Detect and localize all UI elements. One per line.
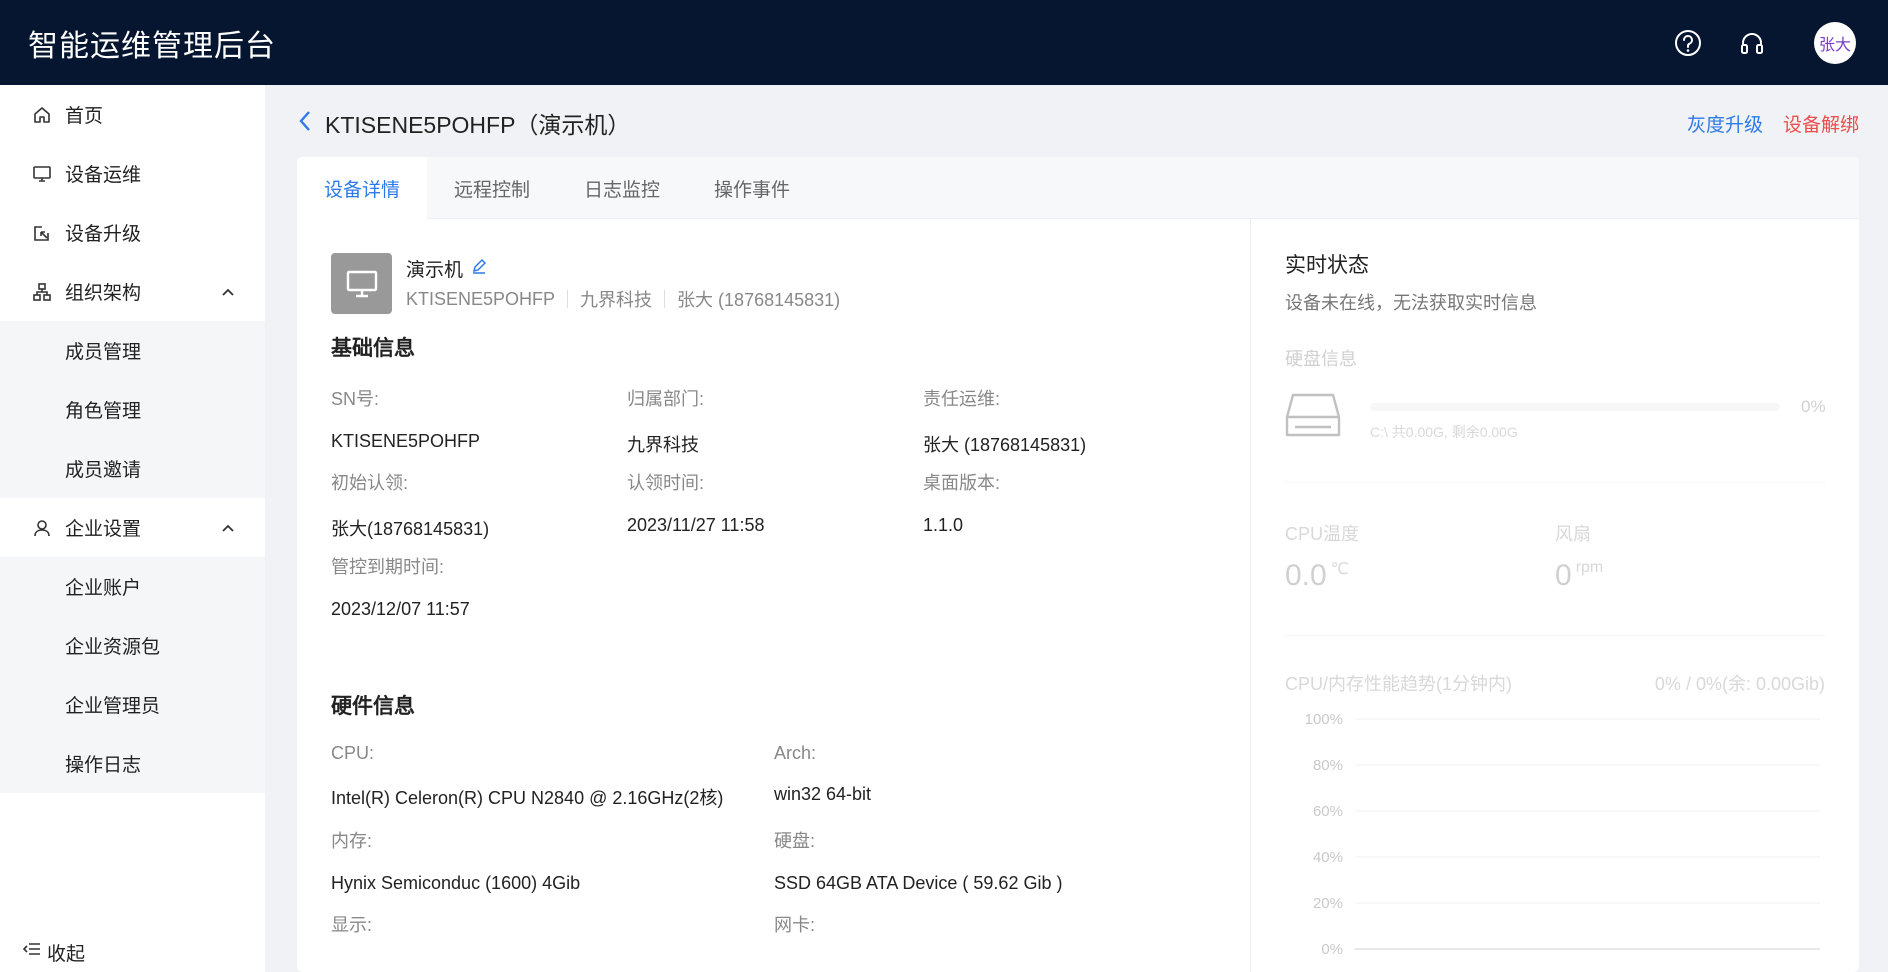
device-name-row: 演示机 bbox=[406, 255, 487, 282]
y-tick-label: 0% bbox=[1321, 941, 1343, 958]
field-memory: 内存: Hynix Semiconduc (1600) 4Gib bbox=[331, 831, 581, 893]
device-owner: 张大 (18768145831) bbox=[677, 290, 841, 310]
y-tick-label: 20% bbox=[1313, 895, 1343, 912]
app-title: 智能运维管理后台 bbox=[28, 29, 276, 63]
collapse-icon bbox=[22, 941, 41, 963]
sidebar-item-label: 设备升级 bbox=[65, 224, 142, 245]
disk-info-label: 硬盘信息 bbox=[1285, 349, 1357, 369]
field-claim-time: 认领时间: 2023/11/27 11:58 bbox=[627, 473, 765, 535]
hard-disk-icon bbox=[1285, 391, 1341, 444]
device-meta: KTISENE5POHFP 九界科技 张大 (18768145831) bbox=[406, 286, 840, 312]
sidebar-item-label: 企业设置 bbox=[65, 519, 142, 540]
trend-label: CPU/内存性能趋势(1分钟内) bbox=[1285, 674, 1513, 694]
y-tick-label: 40% bbox=[1313, 849, 1343, 866]
performance-trend-chart: 100% 80% 60% 40% 20% 0% bbox=[1305, 711, 1820, 958]
tab-remote-control[interactable]: 远程控制 bbox=[427, 157, 557, 219]
disk-usage-bar bbox=[1370, 403, 1780, 411]
trend-value: 0% / 0%(余: 0.00Gib) bbox=[1654, 674, 1825, 694]
tab-operation-events[interactable]: 操作事件 bbox=[687, 157, 817, 219]
tab-log-monitor[interactable]: 日志监控 bbox=[557, 157, 687, 219]
sidebar-item-resource-pack[interactable]: 企业资源包 bbox=[0, 616, 265, 675]
sidebar-item-org[interactable]: 组织架构 bbox=[0, 262, 265, 321]
submenu-org: 成员管理 角色管理 成员邀请 bbox=[0, 321, 265, 498]
org-icon bbox=[31, 281, 53, 303]
fan-value: 0 rpm bbox=[1555, 559, 1604, 592]
collapse-button[interactable]: 收起 bbox=[22, 932, 86, 972]
cpu-temp-value: 0.0 ℃ bbox=[1285, 559, 1349, 592]
device-detail-card: 设备详情 远程控制 日志监控 操作事件 演示机 KTISENE5POHFP 九界… bbox=[297, 157, 1859, 972]
field-disk: 硬盘: SSD 64GB ATA Device ( 59.62 Gib ) bbox=[774, 831, 1063, 893]
collapse-label: 收起 bbox=[47, 943, 86, 965]
chevron-up-icon bbox=[221, 281, 235, 303]
divider bbox=[1285, 482, 1826, 483]
sidebar: 首页 设备运维 设备升级 组织架构 成员管理 角色管理 成员邀请 企业设置 企业… bbox=[0, 85, 265, 972]
field-nic: 网卡: bbox=[774, 915, 816, 935]
disk-usage-info: C:\ 共0.00G, 剩余0.00G bbox=[1370, 424, 1518, 440]
sidebar-item-admins[interactable]: 企业管理员 bbox=[0, 675, 265, 734]
fan-label: 风扇 bbox=[1555, 524, 1591, 544]
divider bbox=[1285, 635, 1826, 636]
sidebar-item-home[interactable]: 首页 bbox=[0, 85, 265, 144]
sidebar-item-op-log[interactable]: 操作日志 bbox=[0, 734, 265, 793]
section-title-basic: 基础信息 bbox=[331, 337, 415, 360]
home-icon bbox=[31, 104, 53, 126]
sidebar-item-label: 首页 bbox=[65, 106, 104, 127]
sidebar-item-label: 设备运维 bbox=[65, 165, 142, 186]
realtime-status-text: 设备未在线，无法获取实时信息 bbox=[1285, 293, 1537, 313]
page-header: KTISENE5POHFP（演示机） 灰度升级 设备解绑 bbox=[297, 100, 1859, 146]
cpu-temp-unit: ℃ bbox=[1330, 561, 1349, 578]
user-icon bbox=[31, 517, 53, 539]
sidebar-item-invite[interactable]: 成员邀请 bbox=[0, 439, 265, 498]
device-avatar bbox=[331, 253, 392, 314]
realtime-pane: 实时状态 设备未在线，无法获取实时信息 硬盘信息 0% C:\ 共0.00G, … bbox=[1250, 219, 1859, 972]
sidebar-item-device-upgrade[interactable]: 设备升级 bbox=[0, 203, 265, 262]
disk-usage-percent: 0% bbox=[1801, 397, 1826, 416]
sidebar-item-members[interactable]: 成员管理 bbox=[0, 321, 265, 380]
field-department: 归属部门: 九界科技 bbox=[627, 389, 705, 455]
field-arch: Arch: win32 64-bit bbox=[774, 743, 872, 804]
field-display: 显示: bbox=[331, 915, 373, 935]
device-name: 演示机 bbox=[406, 260, 464, 281]
top-bar: 智能运维管理后台 张大 bbox=[0, 0, 1888, 85]
back-icon[interactable] bbox=[297, 109, 313, 138]
divider bbox=[567, 290, 569, 308]
field-cpu: CPU: Intel(R) Celeron(R) CPU N2840 @ 2.1… bbox=[331, 743, 724, 808]
sidebar-item-enterprise-settings[interactable]: 企业设置 bbox=[0, 498, 265, 557]
sidebar-item-roles[interactable]: 角色管理 bbox=[0, 380, 265, 439]
sidebar-item-device-ops[interactable]: 设备运维 bbox=[0, 144, 265, 203]
y-tick-label: 80% bbox=[1313, 757, 1343, 774]
help-icon[interactable] bbox=[1670, 25, 1706, 61]
tab-device-details[interactable]: 设备详情 bbox=[297, 157, 427, 219]
sidebar-item-enterprise-account[interactable]: 企业账户 bbox=[0, 557, 265, 616]
field-sn: SN号: KTISENE5POHFP bbox=[331, 389, 481, 451]
headset-icon[interactable] bbox=[1734, 25, 1770, 61]
avatar[interactable]: 张大 bbox=[1814, 21, 1856, 64]
submenu-enterprise: 企业账户 企业资源包 企业管理员 操作日志 bbox=[0, 557, 265, 793]
fan-unit: rpm bbox=[1575, 559, 1604, 576]
realtime-title: 实时状态 bbox=[1285, 254, 1369, 277]
section-title-hardware: 硬件信息 bbox=[331, 695, 415, 718]
chevron-up-icon bbox=[221, 517, 235, 539]
field-expire-time: 管控到期时间: 2023/12/07 11:57 bbox=[331, 557, 470, 619]
monitor-icon bbox=[346, 270, 377, 297]
gray-upgrade-button[interactable]: 灰度升级 bbox=[1687, 110, 1763, 137]
upgrade-icon bbox=[31, 222, 53, 244]
device-department: 九界科技 bbox=[580, 290, 653, 310]
divider bbox=[664, 290, 666, 308]
edit-icon[interactable] bbox=[471, 258, 487, 280]
device-sn: KTISENE5POHFP bbox=[406, 288, 556, 309]
y-tick-label: 100% bbox=[1305, 711, 1343, 728]
field-desktop-version: 桌面版本: 1.1.0 bbox=[923, 473, 1001, 535]
sidebar-item-label: 组织架构 bbox=[65, 283, 142, 304]
cpu-temp-label: CPU温度 bbox=[1285, 524, 1360, 544]
unbind-device-button[interactable]: 设备解绑 bbox=[1783, 110, 1859, 137]
field-initial-claim: 初始认领: 张大(18768145831) bbox=[331, 473, 490, 539]
details-pane: 演示机 KTISENE5POHFP 九界科技 张大 (18768145831) … bbox=[297, 219, 1250, 972]
monitor-icon bbox=[31, 163, 53, 185]
y-tick-label: 60% bbox=[1313, 803, 1343, 820]
page-title: KTISENE5POHFP（演示机） bbox=[325, 112, 631, 138]
tab-bar: 设备详情 远程控制 日志监控 操作事件 bbox=[297, 157, 1859, 219]
field-owner: 责任运维: 张大 (18768145831) bbox=[923, 389, 1087, 455]
